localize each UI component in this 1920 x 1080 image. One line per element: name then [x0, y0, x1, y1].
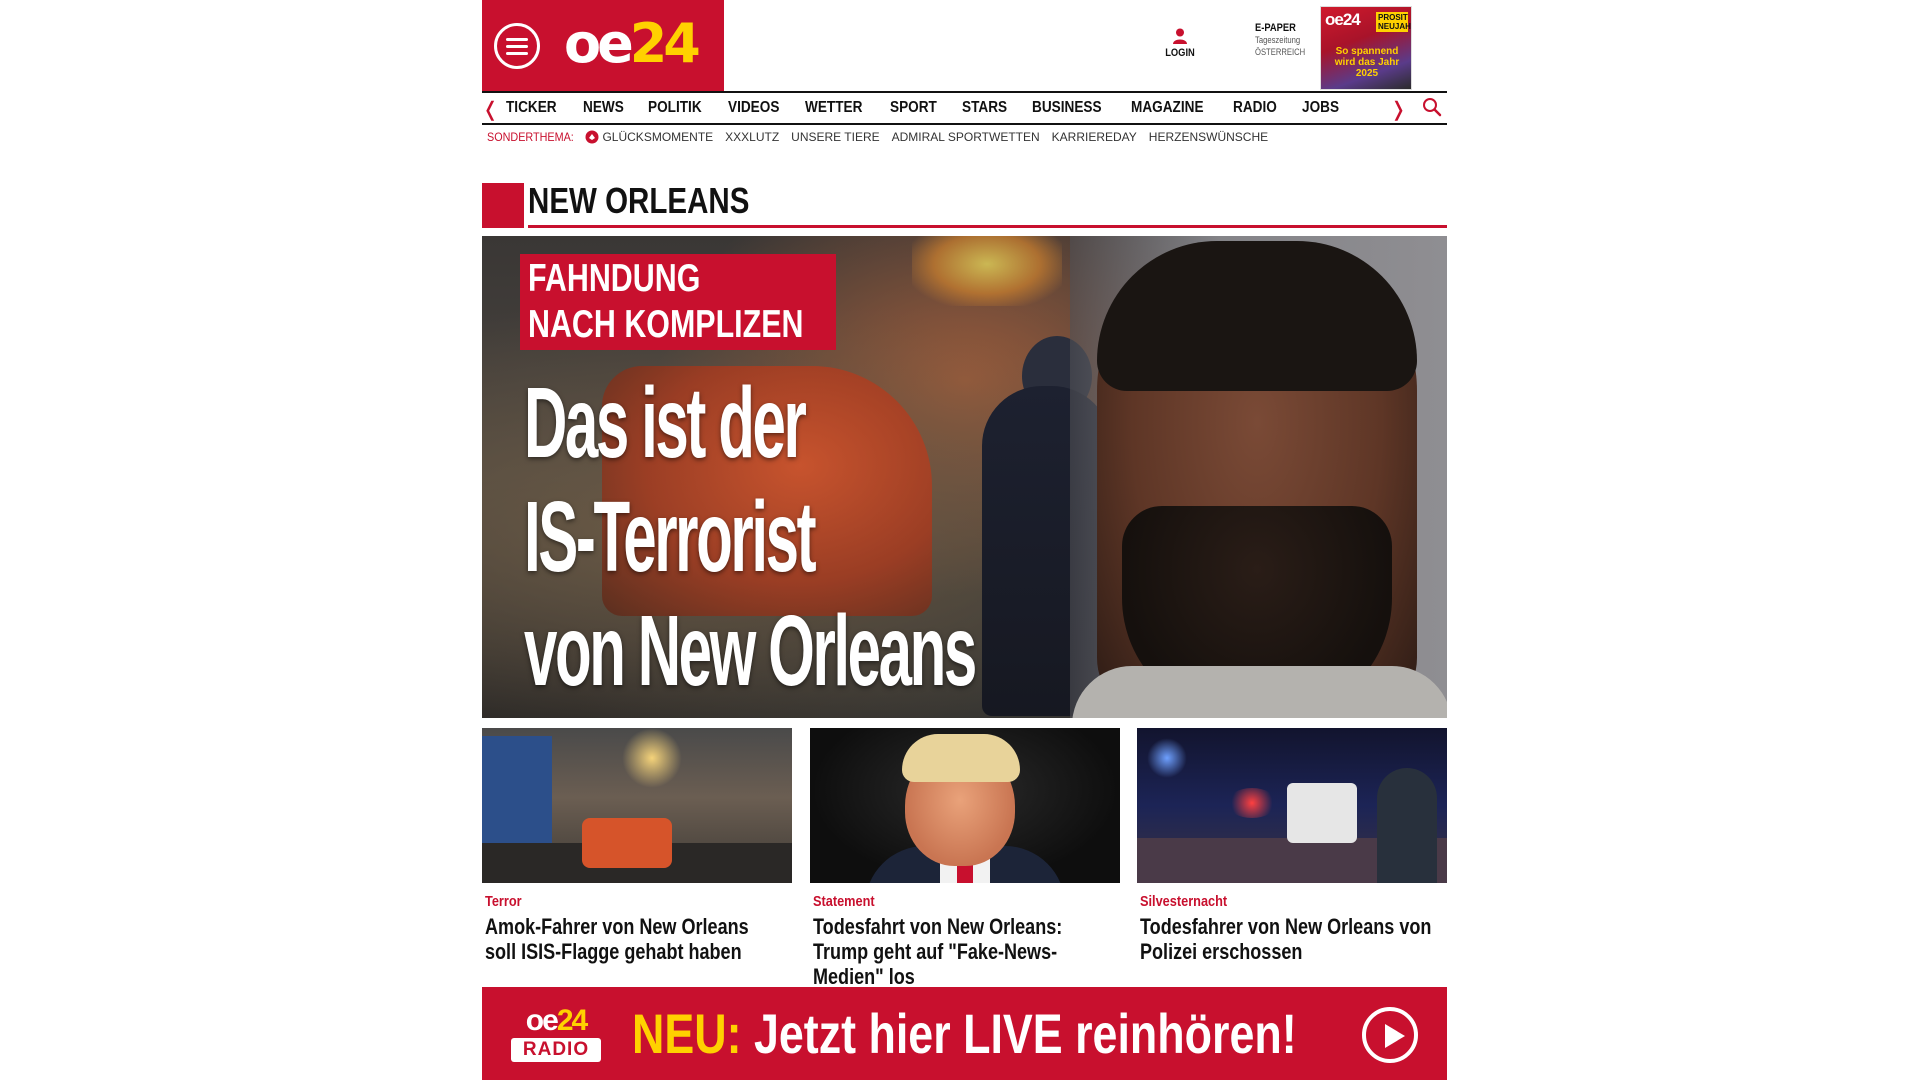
article-category: Terror — [485, 893, 522, 910]
play-icon[interactable] — [1362, 1007, 1418, 1063]
epaper-title: E-PAPER — [1255, 22, 1296, 34]
hero-portrait-shirt — [1072, 666, 1447, 718]
epaper-link[interactable]: E-PAPER Tageszeitung ÖSTERREICH — [1255, 22, 1325, 58]
section-divider — [528, 225, 1447, 228]
sub-nav-item[interactable]: KARRIEREDAY — [1052, 130, 1137, 144]
sub-nav-item[interactable]: ADMIRAL SPORTWETTEN — [892, 130, 1040, 144]
nav-item-jobs[interactable]: JOBS — [1302, 99, 1339, 117]
radio-logo-label: RADIO — [511, 1038, 601, 1062]
article-card[interactable]: Statement Todesfahrt von New Orleans: Tr… — [810, 728, 1120, 989]
oe24-logo[interactable]: oe24 — [564, 14, 701, 74]
nav-item-wetter[interactable]: WETTER — [805, 99, 862, 117]
header-logo-area: oe24 — [482, 0, 724, 91]
article-thumbnail — [810, 728, 1120, 883]
search-icon[interactable] — [1422, 97, 1442, 122]
page: oe24 LOGIN E-PAPER Tageszeitung ÖSTERREI… — [482, 0, 1447, 1080]
main-nav: ❬ TICKER NEWS POLITIK VIDEOS WETTER SPOR… — [482, 91, 1447, 125]
article-thumbnail — [1137, 728, 1447, 883]
article-category: Silvesternacht — [1140, 893, 1228, 910]
nav-item-politik[interactable]: POLITIK — [648, 99, 702, 117]
nav-items: TICKER NEWS POLITIK VIDEOS WETTER SPORT … — [506, 99, 1362, 117]
sonderthema-icon — [585, 130, 599, 144]
nav-item-radio[interactable]: RADIO — [1233, 99, 1277, 117]
article-category: Statement — [813, 893, 875, 910]
login-button[interactable]: LOGIN — [1158, 28, 1202, 59]
article-title[interactable]: Todesfahrt von New Orleans: Trump geht a… — [813, 914, 1108, 989]
cover-badge: PROSIT NEUJAHR! — [1376, 12, 1411, 32]
nav-item-news[interactable]: NEWS — [583, 99, 624, 117]
radio-banner-neu: NEU: — [632, 1002, 742, 1065]
hero-image-neon — [912, 236, 1062, 306]
login-label: LOGIN — [1165, 47, 1195, 59]
sub-nav-item[interactable]: UNSERE TIERE — [791, 130, 879, 144]
article-card[interactable]: Terror Amok-Fahrer von New Orleans soll … — [482, 728, 792, 964]
radio-banner-text: NEU: Jetzt hier LIVE reinhören! — [632, 1002, 1297, 1066]
hero-kicker: FAHNDUNG NACH KOMPLIZEN — [520, 254, 836, 350]
hero-headline-line: von New Orleans — [524, 595, 977, 707]
radio-logo: oe24 RADIO — [510, 1004, 602, 1062]
article-title[interactable]: Amok-Fahrer von New Orleans soll ISIS-Fl… — [485, 914, 780, 964]
nav-item-ticker[interactable]: TICKER — [506, 99, 557, 117]
nav-item-magazine[interactable]: MAGAZINE — [1131, 99, 1204, 117]
hero-article[interactable]: FAHNDUNG NACH KOMPLIZEN Das ist der IS-T… — [482, 236, 1447, 718]
nav-item-videos[interactable]: VIDEOS — [728, 99, 779, 117]
nav-item-sport[interactable]: SPORT — [890, 99, 937, 117]
section-title[interactable]: NEW ORLEANS — [528, 180, 749, 222]
section-accent — [482, 183, 524, 228]
hero-headline-line: IS-Terrorist — [524, 481, 817, 593]
cover-logo: oe24 — [1325, 10, 1361, 29]
radio-logo-24: 24 — [556, 1004, 588, 1037]
sub-nav-item[interactable]: GLÜCKSMOMENTE — [602, 130, 713, 144]
nav-item-stars[interactable]: STARS — [962, 99, 1007, 117]
sonderthema-label: SONDERTHEMA: — [487, 130, 574, 144]
hero-headline-line: Das ist der — [524, 367, 807, 479]
chevron-left-icon[interactable]: ❬ — [482, 97, 499, 122]
article-title[interactable]: Todesfahrer von New Orleans von Polizei … — [1140, 914, 1435, 964]
epaper-subtitle-2: ÖSTERREICH — [1255, 47, 1306, 57]
radio-banner[interactable]: oe24 RADIO NEU: Jetzt hier LIVE reinhöre… — [482, 987, 1447, 1080]
radio-logo-oe: oe — [525, 1004, 559, 1037]
user-icon — [1173, 28, 1187, 44]
sub-nav-item[interactable]: HERZENSWÜNSCHE — [1149, 130, 1268, 144]
article-card[interactable]: Silvesternacht Todesfahrer von New Orlea… — [1137, 728, 1447, 964]
menu-icon[interactable] — [494, 23, 540, 69]
hero-kicker-line: NACH KOMPLIZEN — [528, 303, 804, 346]
hero-headline: Das ist der IS-Terrorist von New Orleans — [524, 366, 977, 708]
sub-nav: SONDERTHEMA: GLÜCKSMOMENTE XXXLUTZ UNSER… — [487, 130, 1280, 144]
epaper-cover-image[interactable]: oe24 PROSIT NEUJAHR! So spannend wird da… — [1320, 6, 1412, 90]
cover-headline: So spannend wird das Jahr 2025 — [1334, 46, 1400, 79]
hero-kicker-line: FAHNDUNG — [528, 257, 701, 300]
nav-item-business[interactable]: BUSINESS — [1032, 99, 1102, 117]
radio-banner-cta: Jetzt hier LIVE reinhören! — [753, 1002, 1297, 1065]
epaper-subtitle: Tageszeitung — [1255, 35, 1301, 45]
sub-nav-item[interactable]: XXXLUTZ — [725, 130, 779, 144]
article-thumbnail — [482, 728, 792, 883]
chevron-right-icon[interactable]: ❭ — [1390, 97, 1407, 122]
